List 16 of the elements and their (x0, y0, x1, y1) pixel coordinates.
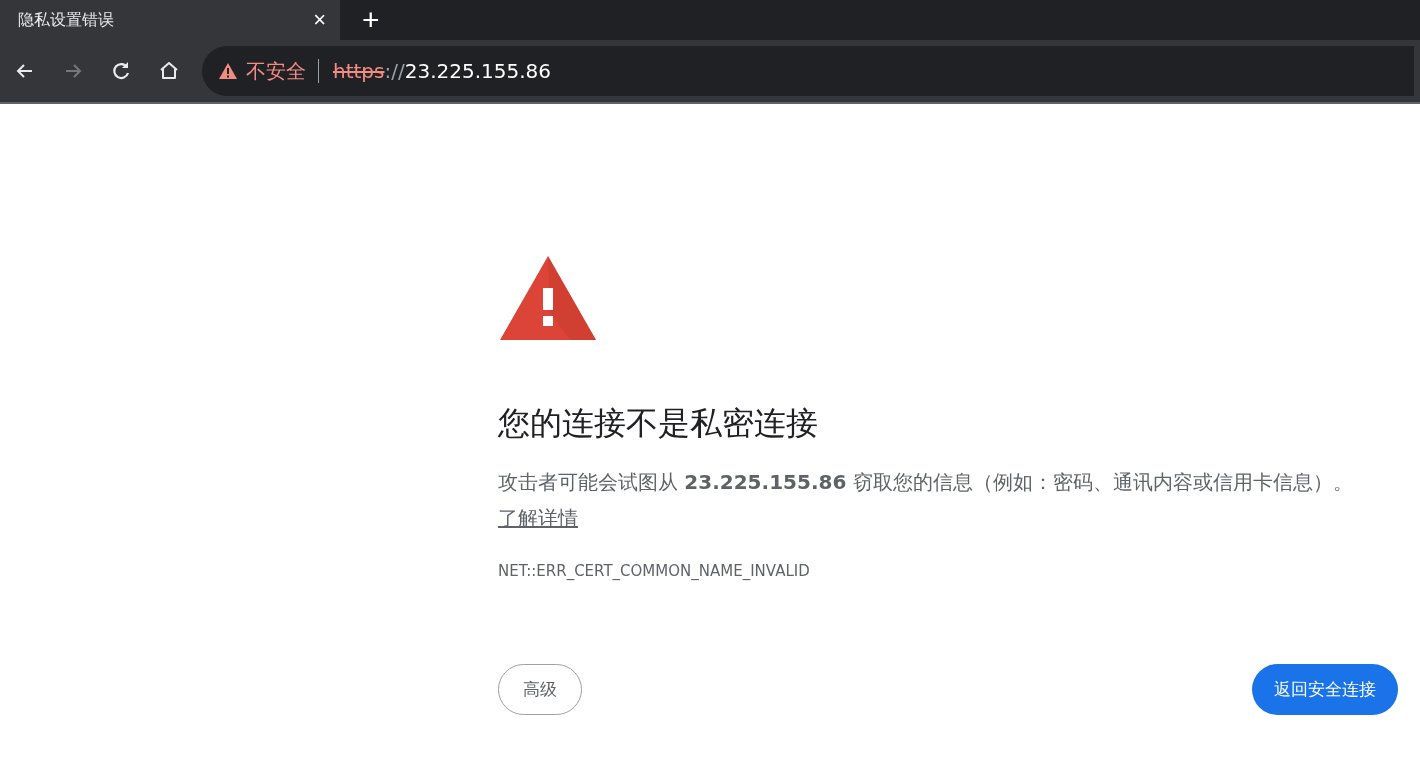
warning-icon (498, 254, 598, 342)
security-label[interactable]: 不安全 (246, 57, 306, 85)
url-scheme: https (333, 59, 385, 83)
tab-title: 隐私设置错误 (18, 9, 114, 31)
url-separator: :// (384, 59, 405, 83)
url-host: 23.225.155.86 (404, 59, 552, 83)
error-description: 攻击者可能会试图从 23.225.155.86 窃取您的信息（例如：密码、通讯内容或信用卡信息）。 了解详情 (498, 469, 1354, 532)
learn-more-link[interactable]: 了解详情 (498, 506, 578, 530)
address-bar[interactable]: 不安全 https://23.225.155.86 (202, 46, 1414, 96)
browser-tab[interactable]: 隐私设置错误 × (0, 0, 340, 40)
advanced-button[interactable]: 高级 (498, 664, 582, 715)
error-heading: 您的连接不是私密连接 (498, 403, 819, 444)
new-tab-button[interactable]: + (362, 0, 380, 40)
back-to-safety-button[interactable]: 返回安全连接 (1252, 664, 1398, 715)
error-code: NET::ERR_CERT_COMMON_NAME_INVALID (498, 562, 811, 580)
close-tab-button[interactable]: × (313, 7, 326, 33)
